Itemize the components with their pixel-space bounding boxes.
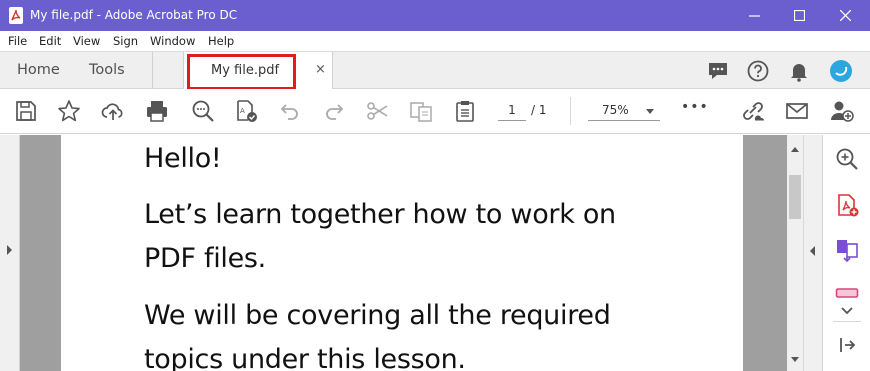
title-bar: My file.pdf - Adobe Acrobat Pro DC: [0, 0, 870, 31]
tab-close-icon[interactable]: ×: [315, 62, 326, 77]
more-tools-button[interactable]: •••: [681, 99, 708, 123]
maximize-button[interactable]: [776, 0, 822, 31]
tab-divider: [152, 52, 153, 89]
minimize-button[interactable]: [731, 0, 777, 31]
bookmark-star-icon[interactable]: [57, 99, 81, 123]
email-icon[interactable]: [785, 99, 809, 123]
chevron-down-icon: [646, 109, 654, 114]
collapse-pane-icon[interactable]: [835, 333, 859, 357]
scroll-thumb[interactable]: [789, 175, 801, 219]
menu-window[interactable]: Window: [150, 34, 195, 48]
find-icon[interactable]: [191, 99, 215, 123]
save-icon[interactable]: [14, 99, 38, 123]
menu-file[interactable]: File: [8, 34, 27, 48]
menu-sign[interactable]: Sign: [113, 34, 138, 48]
pane-divider: [833, 321, 861, 322]
account-avatar[interactable]: [829, 59, 853, 83]
left-pane-toggle[interactable]: [0, 135, 20, 371]
redo-icon[interactable]: [322, 99, 346, 123]
print-icon[interactable]: [145, 99, 169, 123]
doc-line-2: Let’s learn together how to work on: [144, 199, 616, 230]
collapse-right-pane-icon: [810, 246, 815, 256]
upload-cloud-icon[interactable]: [101, 99, 125, 123]
toolbar-divider: [570, 97, 571, 125]
menu-help[interactable]: Help: [208, 34, 234, 48]
svg-text:A: A: [240, 107, 245, 115]
doc-line-1: Hello!: [144, 143, 222, 174]
page-total-label: / 1: [531, 103, 547, 117]
zoom-select[interactable]: 75%: [588, 101, 660, 121]
menu-view[interactable]: View: [73, 34, 100, 48]
scroll-up-icon[interactable]: [791, 147, 799, 152]
window-title: My file.pdf - Adobe Acrobat Pro DC: [30, 8, 238, 22]
doc-line-4: We will be covering all the required: [144, 300, 611, 331]
right-tools-pane: [822, 135, 870, 371]
cut-icon[interactable]: [366, 99, 390, 123]
zoom-value: 75%: [602, 103, 629, 117]
copy-icon[interactable]: [409, 99, 433, 123]
pdf-page: Hello! Let’s learn together how to work …: [61, 135, 743, 371]
help-icon[interactable]: [746, 59, 770, 83]
add-user-icon[interactable]: [829, 99, 854, 123]
link-icon[interactable]: [740, 99, 765, 123]
notification-bell-icon[interactable]: [787, 59, 811, 83]
clipboard-icon[interactable]: [453, 99, 477, 123]
tab-document[interactable]: My file.pdf ×: [183, 52, 333, 90]
zoom-search-icon[interactable]: [835, 147, 859, 171]
close-button[interactable]: [822, 0, 868, 31]
expand-left-pane-icon: [7, 245, 12, 255]
doc-line-3: PDF files.: [144, 243, 266, 274]
organize-pages-icon[interactable]: [835, 238, 859, 263]
acrobat-app-icon: [9, 7, 23, 24]
tab-tools[interactable]: Tools: [89, 62, 125, 78]
undo-icon[interactable]: [278, 99, 302, 123]
right-pane-toggle[interactable]: [803, 135, 822, 371]
edit-pdf-icon[interactable]: A: [234, 99, 258, 123]
toolbar: A 1 / 1 75% •••: [0, 89, 870, 134]
tab-home[interactable]: Home: [17, 62, 60, 78]
expand-chevron-icon[interactable]: [835, 299, 859, 323]
comment-icon[interactable]: [706, 59, 730, 83]
tab-document-label: My file.pdf: [211, 63, 280, 78]
vertical-scrollbar[interactable]: [787, 135, 803, 371]
export-pdf-icon[interactable]: [835, 193, 859, 217]
page-number-input[interactable]: 1: [498, 101, 526, 121]
menu-bar: File Edit View Sign Window Help: [0, 31, 870, 51]
doc-line-5: topics under this lesson.: [144, 344, 466, 371]
tab-bar: Home Tools My file.pdf ×: [0, 51, 870, 90]
scroll-down-icon[interactable]: [791, 357, 799, 362]
menu-edit[interactable]: Edit: [39, 34, 61, 48]
